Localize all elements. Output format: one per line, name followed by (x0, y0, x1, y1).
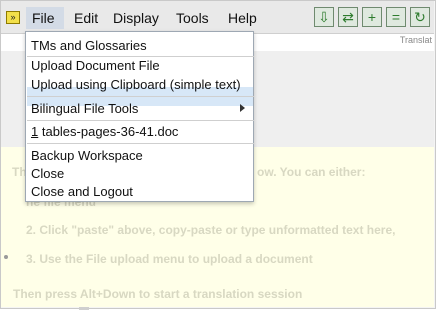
menu-divider (27, 120, 254, 121)
menu-item-upload-document-file[interactable]: Upload Document File (31, 58, 160, 73)
instruction-line-1-right: ow. You can either: (257, 165, 366, 179)
toolbar: ⇩ ⇄ + = ↻ (314, 7, 430, 27)
menubar: » File Edit Display Tools Help ⇩ ⇄ + = ↻ (1, 1, 434, 34)
menu-divider (27, 56, 254, 57)
repeat-icon[interactable]: ↻ (410, 7, 430, 27)
instruction-line-3: 2. Click "paste" above, copy-paste or ty… (26, 223, 396, 237)
menu-item-close[interactable]: Close (31, 166, 64, 181)
menu-file-label: File (32, 10, 55, 26)
header-translation-label: Translat (399, 35, 432, 45)
recent-file-name: tables-pages-36-41.doc (38, 124, 179, 139)
menu-help[interactable]: Help (228, 10, 257, 26)
menu-item-tms-and-glossaries[interactable]: TMs and Glossaries (31, 38, 147, 53)
menu-display[interactable]: Display (113, 10, 159, 26)
equal-icon[interactable]: = (386, 7, 406, 27)
menu-divider (27, 96, 254, 97)
menu-tools[interactable]: Tools (176, 10, 209, 26)
resize-handle-icon[interactable] (4, 255, 8, 259)
submenu-arrow-icon (240, 104, 245, 112)
shuffle-icon[interactable]: ⇄ (338, 7, 358, 27)
menu-item-upload-using-clipboard[interactable]: Upload using Clipboard (simple text) (31, 77, 241, 92)
instruction-line-5: Then press Alt+Down to start a translati… (13, 287, 303, 301)
menu-item-close-and-logout[interactable]: Close and Logout (31, 184, 133, 199)
file-menu-dropdown: TMs and Glossaries Upload Document File … (25, 31, 254, 202)
add-icon[interactable]: + (362, 7, 382, 27)
download-icon[interactable]: ⇩ (314, 7, 334, 27)
menu-edit[interactable]: Edit (74, 10, 98, 26)
menu-file[interactable]: File (26, 7, 64, 29)
menu-item-recent-file[interactable]: 1 tables-pages-36-41.doc (31, 124, 178, 139)
logo-icon[interactable]: » (6, 11, 20, 24)
menu-item-backup-workspace[interactable]: Backup Workspace (31, 148, 143, 163)
instruction-line-4: 3. Use the File upload menu to upload a … (26, 252, 313, 266)
menu-divider (27, 143, 254, 144)
menu-item-bilingual-file-tools[interactable]: Bilingual File Tools (31, 101, 138, 116)
